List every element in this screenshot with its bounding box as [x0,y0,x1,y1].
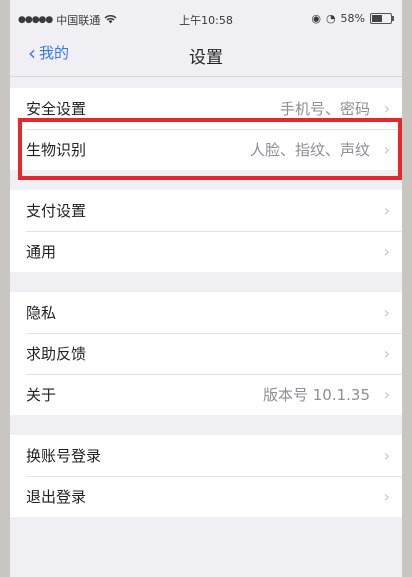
row-label: 换账号登录 [26,447,102,465]
alarm-icon: ◔ [325,12,336,25]
row-value: 手机号、密码 [279,100,370,118]
row-label: 关于 [26,386,57,404]
row-label: 支付设置 [26,202,87,220]
settings-group-general: 支付设置 › 通用 › [10,190,402,272]
about-row[interactable]: 关于 版本号 10.1.35 › [10,374,402,415]
chevron-right-icon: › [383,99,390,118]
chevron-right-icon: › [383,487,390,506]
general-row[interactable]: 通用 › [10,231,402,272]
security-settings-row[interactable]: 安全设置 手机号、密码 › [10,88,402,129]
row-value: 版本号 10.1.35 [262,386,370,404]
battery-fill [372,15,382,22]
row-label: 生物识别 [26,141,87,159]
status-bar: ●●●●● 中国联通 上午10:58 ◉ ◔ 58% [10,0,402,32]
chevron-right-icon: › [383,242,390,261]
switch-account-row[interactable]: 换账号登录 › [10,435,402,476]
battery-icon [370,13,394,24]
battery-percent: 58% [340,12,365,25]
row-label: 安全设置 [26,100,87,118]
privacy-row[interactable]: 隐私 › [10,292,402,333]
chevron-right-icon: › [383,344,390,363]
status-right: ◉ ◔ 58% [311,12,394,25]
chevron-right-icon: › [383,385,390,404]
chevron-right-icon: › [383,303,390,322]
row-label: 退出登录 [26,488,87,506]
payment-settings-row[interactable]: 支付设置 › [10,190,402,231]
row-label: 通用 [26,243,57,261]
row-label: 隐私 [26,304,57,322]
row-label: 求助反馈 [26,345,87,363]
row-value: 人脸、指纹、声纹 [249,141,370,159]
location-icon: ◉ [311,12,321,25]
chevron-right-icon: › [383,446,390,465]
phone-screen: ●●●●● 中国联通 上午10:58 ◉ ◔ 58% ‹ 我的 设置 安全设置 … [10,0,402,577]
settings-group-support: 隐私 › 求助反馈 › 关于 版本号 10.1.35 › [10,292,402,415]
chevron-right-icon: › [383,201,390,220]
settings-group-account: 安全设置 手机号、密码 › 生物识别 人脸、指纹、声纹 › [10,88,402,170]
logout-row[interactable]: 退出登录 › [10,476,402,517]
page-title: 设置 [189,48,223,68]
biometrics-row[interactable]: 生物识别 人脸、指纹、声纹 › [10,129,402,170]
chevron-right-icon: › [383,140,390,159]
help-feedback-row[interactable]: 求助反馈 › [10,333,402,374]
settings-group-session: 换账号登录 › 退出登录 › [10,435,402,517]
navigation-bar: ‹ 我的 设置 [10,32,402,77]
